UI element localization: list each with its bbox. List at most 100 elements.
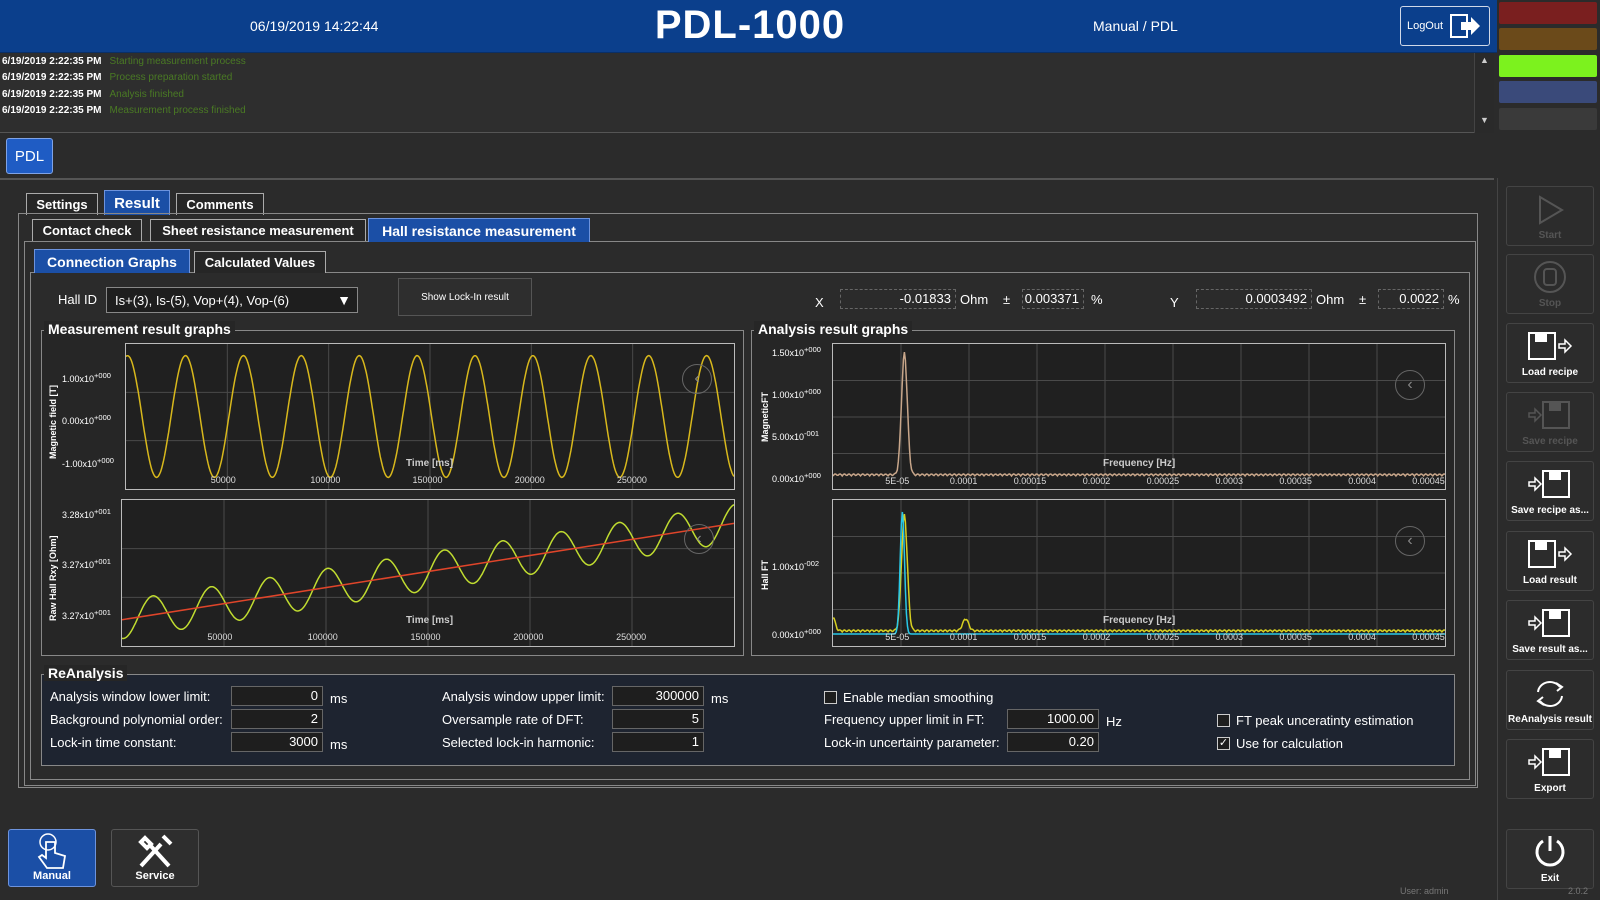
service-button[interactable]: Service: [111, 829, 199, 887]
stop-button[interactable]: Stop: [1506, 254, 1594, 314]
x-tick-label: 0.00025: [1147, 476, 1180, 486]
x-axis-title: Time [ms]: [406, 615, 454, 626]
save-recipe-as-icon: [1528, 470, 1570, 498]
raw-hall-chart[interactable]: 50000 100000 150000 200000 250000 Time [ms] …: [121, 499, 735, 647]
x-tick-label: 150000: [413, 475, 443, 485]
window-lower-input[interactable]: 0: [231, 686, 323, 706]
tools-icon: [138, 834, 173, 868]
chevron-down-icon: ▼: [337, 292, 351, 308]
unc-param-label: Lock-in uncertainty parameter:: [824, 735, 1000, 750]
export-icon: [1528, 748, 1570, 776]
magnetic-field-chart[interactable]: 50000 100000 150000 200000 250000 Time [ms] …: [125, 343, 735, 490]
log-scrollbar[interactable]: ▲ ▼: [1474, 53, 1494, 133]
harmonic-label: Selected lock-in harmonic:: [442, 735, 595, 750]
median-smoothing-label: Enable median smoothing: [843, 690, 994, 705]
x-tick-label: 200000: [513, 632, 543, 642]
reanalysis-title: ReAnalysis: [44, 665, 128, 681]
tab-result[interactable]: Result: [104, 190, 170, 215]
x-tick-label: 0.0002: [1083, 632, 1111, 642]
status-lamp-4: [1499, 81, 1597, 103]
device-tab-pdl[interactable]: PDL: [6, 138, 53, 174]
y-value: 0.0003492: [1196, 289, 1312, 309]
bg-poly-input[interactable]: 2: [231, 709, 323, 729]
load-recipe-button[interactable]: Load recipe: [1506, 323, 1594, 383]
x-pm: ±: [1003, 292, 1011, 307]
hall-id-value: Is+(3), Is-(5), Vop+(4), Vop-(6): [115, 293, 290, 308]
x-tick-label: 50000: [211, 475, 236, 485]
x-tick-label: 0.00035: [1279, 632, 1312, 642]
y-axis-title: MagneticFT: [760, 391, 770, 442]
x-uncertainty: 0.003371: [1022, 289, 1084, 309]
x-tick-label: 250000: [616, 632, 646, 642]
action-panel: Start Stop Load recipe Save recipe Save …: [1497, 178, 1600, 900]
y-tick-label: 1.00x10+000: [772, 387, 821, 400]
load-recipe-icon: [1528, 332, 1573, 360]
hall-id-select[interactable]: Is+(3), Is-(5), Vop+(4), Vop-(6) ▼: [106, 287, 358, 313]
tab-settings[interactable]: Settings: [26, 193, 98, 215]
show-lockin-button[interactable]: Show Lock-In result: [398, 278, 532, 316]
x-tick-label: 100000: [310, 475, 340, 485]
x-axis-title: Frequency [Hz]: [1103, 615, 1176, 626]
unc-param-input[interactable]: 0.20: [1007, 732, 1099, 752]
x-tick-label: 0.00035: [1279, 476, 1312, 486]
manual-button[interactable]: Manual: [8, 829, 96, 887]
median-smoothing-checkbox[interactable]: [824, 691, 837, 704]
x-label: X: [815, 295, 824, 310]
log-entry: 6/19/2019 2:22:35 PM Measurement process …: [2, 105, 246, 116]
log-entry: 6/19/2019 2:22:35 PM Process preparation …: [2, 72, 233, 83]
log-entry: 6/19/2019 2:22:35 PM Analysis finished: [2, 89, 184, 100]
hall-ft-chart[interactable]: 5E-05 0.0001 0.00015 0.0002 0.00025 0.0003 0.0…: [832, 499, 1446, 647]
export-button[interactable]: Export: [1506, 739, 1594, 799]
scroll-up-icon[interactable]: ▲: [1475, 55, 1494, 65]
analysis-graphs-title: Analysis result graphs: [754, 321, 913, 337]
tab-contact-check[interactable]: Contact check: [32, 219, 142, 241]
save-recipe-button[interactable]: Save recipe: [1506, 392, 1594, 452]
load-result-button[interactable]: Load result: [1506, 531, 1594, 591]
start-button[interactable]: Start: [1506, 186, 1594, 246]
zoom-reset-icon[interactable]: ‹: [1395, 526, 1425, 556]
zoom-reset-icon[interactable]: ‹: [684, 524, 714, 554]
x-tick-label: 150000: [411, 632, 441, 642]
lockin-tc-label: Lock-in time constant:: [50, 735, 177, 750]
tab-connection-graphs[interactable]: Connection Graphs: [34, 249, 190, 273]
message-log[interactable]: 6/19/2019 2:22:35 PM Starting measurement…: [0, 53, 1494, 133]
status-lamps: [1497, 0, 1600, 135]
x-tick-label: 0.00015: [1014, 632, 1047, 642]
log-entry: 6/19/2019 2:22:35 PM Starting measurement…: [2, 56, 246, 67]
x-tick-label: 250000: [617, 475, 647, 485]
x-tick-label: 0.0004: [1348, 476, 1376, 486]
tab-calculated-values[interactable]: Calculated Values: [194, 251, 326, 273]
scroll-down-icon[interactable]: ▼: [1475, 115, 1494, 125]
magnetic-ft-chart[interactable]: 5E-05 0.0001 0.00015 0.0002 0.00025 0.0003 0.0…: [832, 343, 1446, 490]
freq-upper-input[interactable]: 1000.00: [1007, 709, 1099, 729]
zoom-reset-icon[interactable]: ‹: [1395, 370, 1425, 400]
mode-label: Manual / PDL: [1093, 18, 1178, 34]
zoom-reset-icon[interactable]: ‹: [682, 364, 712, 394]
window-upper-input[interactable]: 300000: [612, 686, 704, 706]
y-tick-label: 1.00x10-002: [772, 559, 820, 572]
harmonic-input[interactable]: 1: [612, 732, 704, 752]
oversample-input[interactable]: 5: [612, 709, 704, 729]
save-result-as-button[interactable]: Save result as...: [1506, 600, 1594, 660]
ft-peak-checkbox[interactable]: [1217, 714, 1230, 727]
tab-sheet-resistance[interactable]: Sheet resistance measurement: [150, 219, 366, 241]
power-icon: [1535, 836, 1565, 867]
measurement-graphs-title: Measurement result graphs: [44, 321, 235, 337]
hall-id-label: Hall ID: [58, 292, 98, 307]
version-label: 2.0.2: [1568, 886, 1589, 896]
tab-comments[interactable]: Comments: [176, 193, 264, 215]
logout-button[interactable]: LogOut: [1400, 6, 1490, 46]
divider: [0, 178, 1494, 180]
y-axis-title: Magnetic field [T]: [48, 385, 58, 459]
y-unit: Ohm: [1316, 292, 1345, 307]
reanalysis-result-button[interactable]: ReAnalysis result: [1506, 670, 1594, 730]
exit-button[interactable]: Exit: [1506, 829, 1594, 889]
x-tick-label: 200000: [515, 475, 545, 485]
x-tick-label: 0.0003: [1216, 632, 1244, 642]
tab-hall-resistance[interactable]: Hall resistance measurement: [368, 218, 590, 242]
lockin-tc-input[interactable]: 3000: [231, 732, 323, 752]
y-tick-label: 1.50x10+000: [772, 345, 821, 358]
use-calc-checkbox[interactable]: ✓: [1217, 737, 1230, 750]
save-recipe-as-button[interactable]: Save recipe as...: [1506, 461, 1594, 521]
y-tick-label: 5.00x10-001: [772, 429, 820, 442]
